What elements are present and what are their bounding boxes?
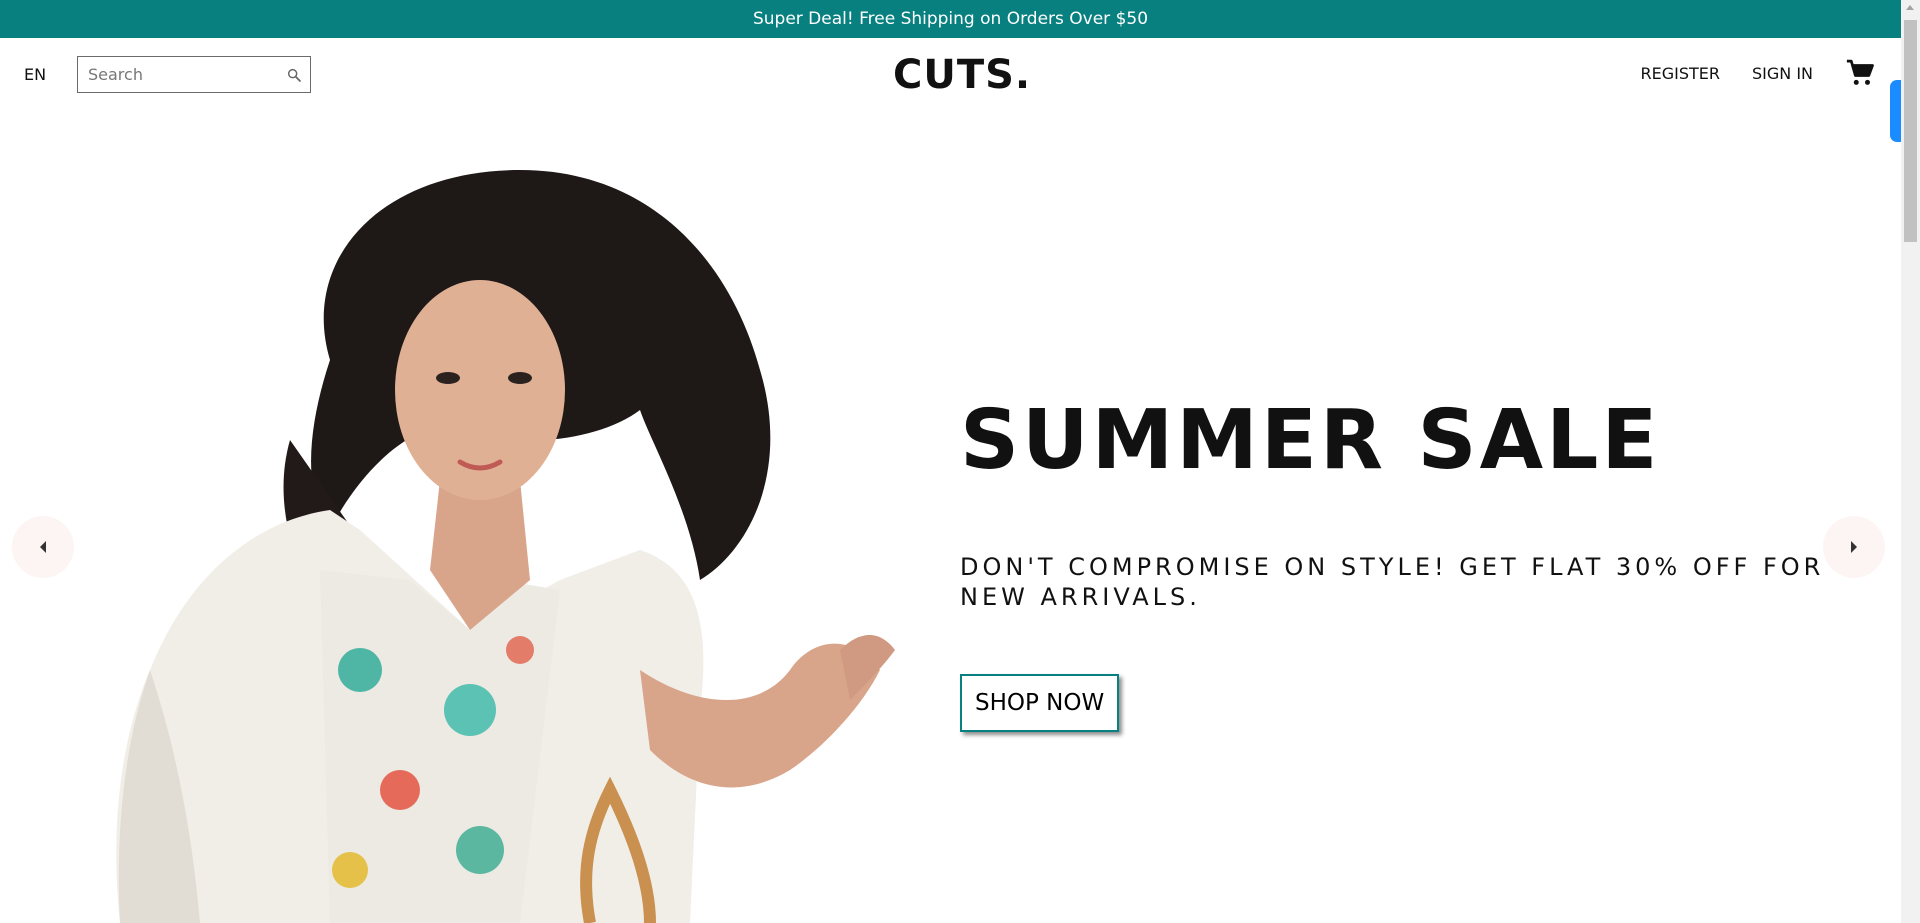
slider-arrow-left[interactable] (12, 516, 74, 578)
slider-arrow-right[interactable] (1823, 516, 1885, 578)
scroll-up-arrow[interactable] (1906, 5, 1914, 10)
side-widget-tab[interactable] (1890, 80, 1901, 142)
announcement-bar: Super Deal! Free Shipping on Orders Over… (0, 0, 1901, 38)
hero-image (0, 110, 940, 923)
hero-description: DON'T COMPROMISE ON STYLE! GET FLAT 30% … (960, 553, 1825, 611)
vertical-scrollbar[interactable] (1901, 0, 1920, 923)
search-input[interactable] (86, 64, 286, 85)
shopping-cart-icon[interactable] (1845, 58, 1875, 88)
language-selector[interactable]: EN (24, 65, 46, 84)
arrow-right-icon (1851, 541, 1857, 553)
shop-now-button[interactable]: SHOP NOW (960, 674, 1120, 732)
hero-title: SUMMER SALE (960, 393, 1661, 488)
hero-slider: SUMMER SALE DON'T COMPROMISE ON STYLE! G… (0, 110, 1901, 923)
search-icon[interactable] (286, 67, 302, 83)
nav-right: REGISTER SIGN IN (1640, 58, 1875, 88)
sign-in-link[interactable]: SIGN IN (1752, 64, 1813, 83)
navbar: EN CUTS. REGISTER SIGN IN (0, 38, 1901, 110)
search-container (77, 56, 311, 93)
site-logo[interactable]: CUTS. (893, 52, 1031, 98)
arrow-left-icon (40, 541, 46, 553)
hero-info: SUMMER SALE DON'T COMPROMISE ON STYLE! G… (960, 400, 1840, 732)
scrollbar-thumb[interactable] (1904, 20, 1917, 242)
announcement-text: Super Deal! Free Shipping on Orders Over… (752, 9, 1149, 29)
register-link[interactable]: REGISTER (1640, 64, 1720, 83)
